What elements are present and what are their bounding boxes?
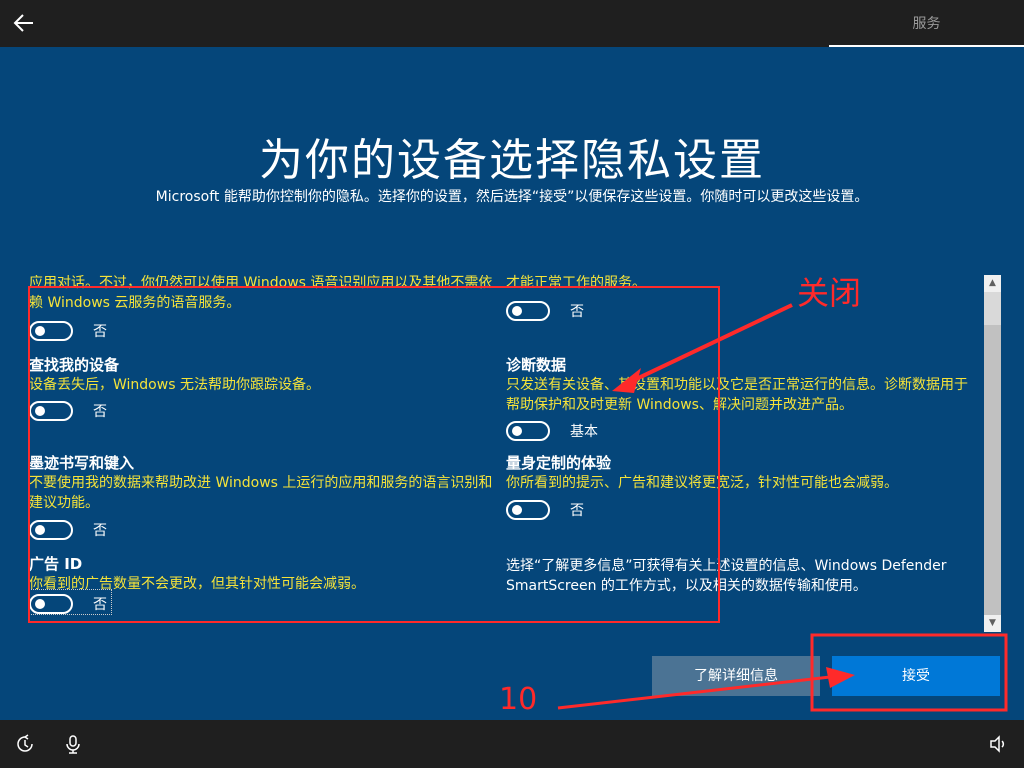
tab-services[interactable]: 服务 — [829, 0, 1024, 47]
advertising-id-toggle[interactable] — [29, 594, 73, 614]
learn-more-info-text: 选择“了解更多信息”可获得有关上述设置的信息、Windows Defender … — [506, 558, 947, 594]
setting-tailored-experiences: 量身定制的体验 你所看到的提示、广告和建议将更宽泛，针对性可能也会减弱。 — [506, 453, 976, 493]
back-arrow-icon[interactable] — [12, 11, 36, 35]
toggle-state-label: 否 — [93, 523, 107, 539]
inking-typing-toggle[interactable] — [29, 520, 73, 540]
toggle-row-diagnostic: 基本 — [506, 421, 598, 441]
toggle-state-label: 否 — [93, 324, 107, 340]
toggle-row-speech: 否 — [29, 321, 107, 341]
toggle-knob — [35, 525, 45, 535]
setting-online-services: 才能正常工作的服务。 — [506, 273, 976, 293]
scroll-up-arrow-icon[interactable]: ▲ — [984, 275, 1001, 292]
tab-underline — [829, 45, 1024, 47]
toggle-state-label: 否 — [93, 597, 107, 613]
setting-advertising-id: 广告 ID 你看到的广告数量不会更改，但其针对性可能会减弱。 — [29, 554, 499, 594]
page-subtitle: Microsoft 能帮助你控制你的隐私。选择你的设置，然后选择“接受”以便保存… — [155, 189, 869, 205]
setting-description: 不要使用我的数据来帮助改进 Windows 上运行的应用和服务的语言识别和建议功… — [29, 475, 493, 511]
tailored-experiences-toggle[interactable] — [506, 500, 550, 520]
scroll-thumb[interactable] — [984, 325, 1001, 615]
scroll-down-arrow-icon[interactable]: ▼ — [984, 615, 1001, 632]
toggle-knob — [35, 326, 45, 336]
learn-more-button[interactable]: 了解详细信息 — [652, 656, 820, 696]
toggle-knob — [512, 426, 522, 436]
speech-toggle[interactable] — [29, 321, 73, 341]
setting-inking-typing: 墨迹书写和键入 不要使用我的数据来帮助改进 Windows 上运行的应用和服务的… — [29, 453, 499, 513]
setting-title: 广告 ID — [29, 555, 83, 573]
accept-button[interactable]: 接受 — [832, 656, 1000, 696]
online-services-toggle[interactable] — [506, 301, 550, 321]
toggle-row-online: 否 — [506, 301, 584, 321]
setting-description: 应用对话。不过，你仍然可以使用 Windows 语音识别应用以及其他不需依赖 W… — [29, 275, 493, 311]
toggle-state-label: 基本 — [570, 424, 598, 440]
setting-description: 只发送有关设备、其设置和功能以及它是否正常运行的信息。诊断数据用于帮助保护和及时… — [506, 377, 968, 413]
toggle-state-label: 否 — [570, 503, 584, 519]
setting-title: 墨迹书写和键入 — [29, 454, 135, 472]
toggle-row-inking: 否 — [29, 520, 107, 540]
microphone-icon[interactable] — [63, 734, 83, 754]
find-my-device-toggle[interactable] — [29, 401, 73, 421]
page-title: 为你的设备选择隐私设置 — [259, 135, 765, 186]
bottom-bar — [0, 720, 1024, 768]
annotation-close-label: 关闭 — [797, 274, 862, 312]
annotation-step-number: 10 — [499, 682, 538, 717]
toggle-knob — [512, 505, 522, 515]
toggle-state-label: 否 — [570, 304, 584, 320]
setting-title: 诊断数据 — [506, 356, 567, 374]
volume-icon[interactable] — [988, 734, 1008, 754]
settings-column-left: 应用对话。不过，你仍然可以使用 Windows 语音识别应用以及其他不需依赖 W… — [29, 275, 499, 630]
setting-description: 设备丢失后，Windows 无法帮助你跟踪设备。 — [29, 377, 320, 393]
toggle-state-label: 否 — [93, 404, 107, 420]
setting-find-my-device: 查找我的设备 设备丢失后，Windows 无法帮助你跟踪设备。 — [29, 355, 499, 395]
toggle-row-advertising: 否 — [29, 589, 112, 615]
toggle-knob — [512, 306, 522, 316]
setting-description: 你所看到的提示、广告和建议将更宽泛，针对性可能也会减弱。 — [506, 475, 898, 491]
toggle-row-tailored: 否 — [506, 500, 584, 520]
scrollbar[interactable]: ▲ ▼ — [984, 275, 1001, 632]
setting-title: 查找我的设备 — [29, 356, 120, 374]
toggle-knob — [35, 599, 45, 609]
ease-of-access-icon[interactable] — [15, 734, 35, 754]
toggle-knob — [35, 406, 45, 416]
setting-description: 才能正常工作的服务。 — [506, 275, 646, 291]
setting-speech-recognition: 应用对话。不过，你仍然可以使用 Windows 语音识别应用以及其他不需依赖 W… — [29, 275, 499, 313]
toggle-row-find-device: 否 — [29, 401, 107, 421]
diagnostic-data-toggle[interactable] — [506, 421, 550, 441]
setting-title: 量身定制的体验 — [506, 454, 612, 472]
setting-diagnostic-data: 诊断数据 只发送有关设备、其设置和功能以及它是否正常运行的信息。诊断数据用于帮助… — [506, 355, 976, 415]
